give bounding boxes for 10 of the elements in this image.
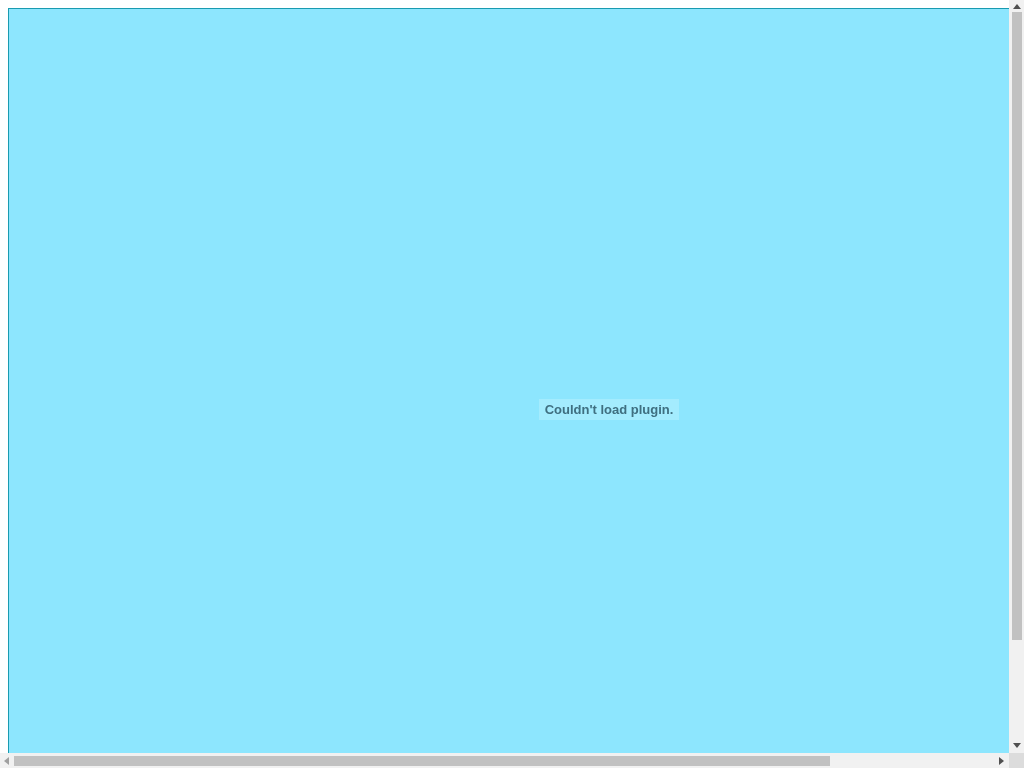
scroll-up-icon[interactable] xyxy=(1012,4,1021,9)
scrollbar-thumb[interactable] xyxy=(14,755,830,766)
scroll-down-icon[interactable] xyxy=(1012,743,1021,748)
scrollbar-thumb[interactable] xyxy=(1011,12,1022,640)
plugin-error-message: Couldn't load plugin. xyxy=(538,398,680,420)
scroll-right-icon[interactable] xyxy=(999,756,1004,765)
horizontal-scrollbar[interactable] xyxy=(0,753,1009,768)
vertical-scrollbar[interactable] xyxy=(1009,0,1024,753)
scrollbar-corner xyxy=(1009,753,1024,768)
scroll-left-icon[interactable] xyxy=(4,756,9,765)
